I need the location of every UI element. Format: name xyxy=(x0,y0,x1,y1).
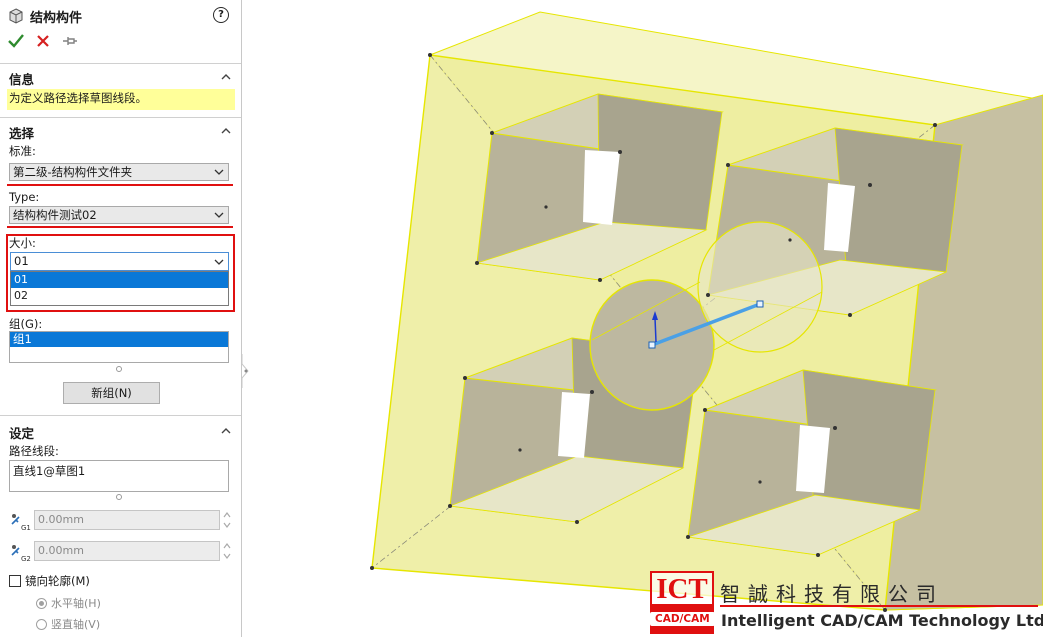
size-value: 01 xyxy=(14,254,29,268)
resize-handle[interactable] xyxy=(116,366,122,372)
horizontal-axis-label: 水平轴(H) xyxy=(51,597,101,610)
path-segment-list[interactable]: 直线1@草图1 xyxy=(9,460,229,492)
size-option[interactable]: 02 xyxy=(11,288,228,304)
type-value: 结构构件测试02 xyxy=(13,208,97,222)
horizontal-axis-radio[interactable]: 水平轴(H) xyxy=(36,595,101,611)
cancel-x-icon[interactable] xyxy=(36,34,50,48)
vertical-axis-radio[interactable]: 竖直轴(V) xyxy=(36,616,100,632)
path-label: 路径线段: xyxy=(9,444,59,458)
logo-english-name: Intelligent CAD/CAM Technology Ltd. xyxy=(721,611,1043,630)
logo-cadcam-text: CAD/CAM xyxy=(650,612,715,626)
graphics-viewport[interactable] xyxy=(243,0,1043,637)
new-group-button[interactable]: 新组(N) xyxy=(63,382,160,404)
part-model xyxy=(370,11,1043,612)
mirror-profile-checkbox[interactable]: 镜向轮廓(M) xyxy=(9,573,90,589)
resize-handle[interactable] xyxy=(116,494,122,500)
property-manager-panel: 结构构件 ? 信息 为定义路径选择草图线段。 选择 标准: 第二级-结构构件文件… xyxy=(0,0,242,637)
size-dropdown-list: 01 02 xyxy=(10,271,229,306)
settings-section-header[interactable]: 设定 xyxy=(9,423,34,442)
structure-member-icon xyxy=(9,8,23,24)
offset-2-row: G2 0.00mm xyxy=(9,541,231,563)
divider xyxy=(0,63,241,64)
type-label: Type: xyxy=(9,190,40,204)
chevron-down-icon xyxy=(214,212,224,218)
logo-cadcam-band: CAD/CAM xyxy=(650,604,715,634)
size-dropdown[interactable]: 01 xyxy=(10,252,229,271)
checkbox-box[interactable] xyxy=(9,575,21,587)
svg-text:G2: G2 xyxy=(21,555,31,563)
standard-dropdown[interactable]: 第二级-结构构件文件夹 xyxy=(9,163,229,181)
type-dropdown[interactable]: 结构构件测试02 xyxy=(9,206,229,224)
red-underline-annotation xyxy=(7,226,233,228)
radio-circle[interactable] xyxy=(36,618,47,630)
pushpin-icon[interactable] xyxy=(62,34,78,48)
radio-circle[interactable] xyxy=(36,597,47,609)
size-label: 大小: xyxy=(9,236,36,250)
divider xyxy=(0,415,241,416)
svg-text:G1: G1 xyxy=(21,524,31,532)
path-segment-item[interactable]: 直线1@草图1 xyxy=(13,464,85,478)
offset-g1-icon: G1 xyxy=(11,514,31,532)
chevron-down-icon xyxy=(214,259,224,265)
help-icon[interactable]: ? xyxy=(213,7,229,23)
offset-g2-icon: G2 xyxy=(11,545,31,563)
group-list[interactable]: 组1 xyxy=(9,331,229,363)
logo-divider xyxy=(720,605,1038,607)
offset-1-row: G1 0.00mm xyxy=(9,510,231,532)
standard-label: 标准: xyxy=(9,144,36,158)
info-message: 为定义路径选择草图线段。 xyxy=(7,89,235,110)
offset-2-input[interactable]: 0.00mm xyxy=(34,541,220,561)
logo-ict-mark: ICT xyxy=(650,571,714,605)
standard-value: 第二级-结构构件文件夹 xyxy=(13,165,133,179)
mirror-profile-label: 镜向轮廓(M) xyxy=(25,574,90,588)
vertical-axis-label: 竖直轴(V) xyxy=(51,618,101,631)
info-section-header[interactable]: 信息 xyxy=(9,69,34,88)
panel-header: 结构构件 xyxy=(8,6,82,26)
collapse-caret-icon[interactable] xyxy=(221,126,231,136)
chevron-down-icon xyxy=(214,169,224,175)
panel-title: 结构构件 xyxy=(30,10,83,26)
selection-section-header[interactable]: 选择 xyxy=(9,123,34,142)
group-label: 组(G): xyxy=(9,317,43,331)
red-underline-annotation xyxy=(7,184,233,186)
logo-chinese-name: 智誠科技有限公司 xyxy=(720,582,944,606)
group-list-item[interactable]: 组1 xyxy=(10,332,228,347)
spinner-arrows-icon[interactable] xyxy=(222,541,232,561)
size-option[interactable]: 01 xyxy=(11,272,228,288)
panel-actions xyxy=(8,34,78,48)
ok-check-icon[interactable] xyxy=(8,34,24,48)
offset-1-input[interactable]: 0.00mm xyxy=(34,510,220,530)
collapse-caret-icon[interactable] xyxy=(221,426,231,436)
collapse-caret-icon[interactable] xyxy=(221,72,231,82)
divider xyxy=(0,117,241,118)
spinner-arrows-icon[interactable] xyxy=(222,510,232,530)
